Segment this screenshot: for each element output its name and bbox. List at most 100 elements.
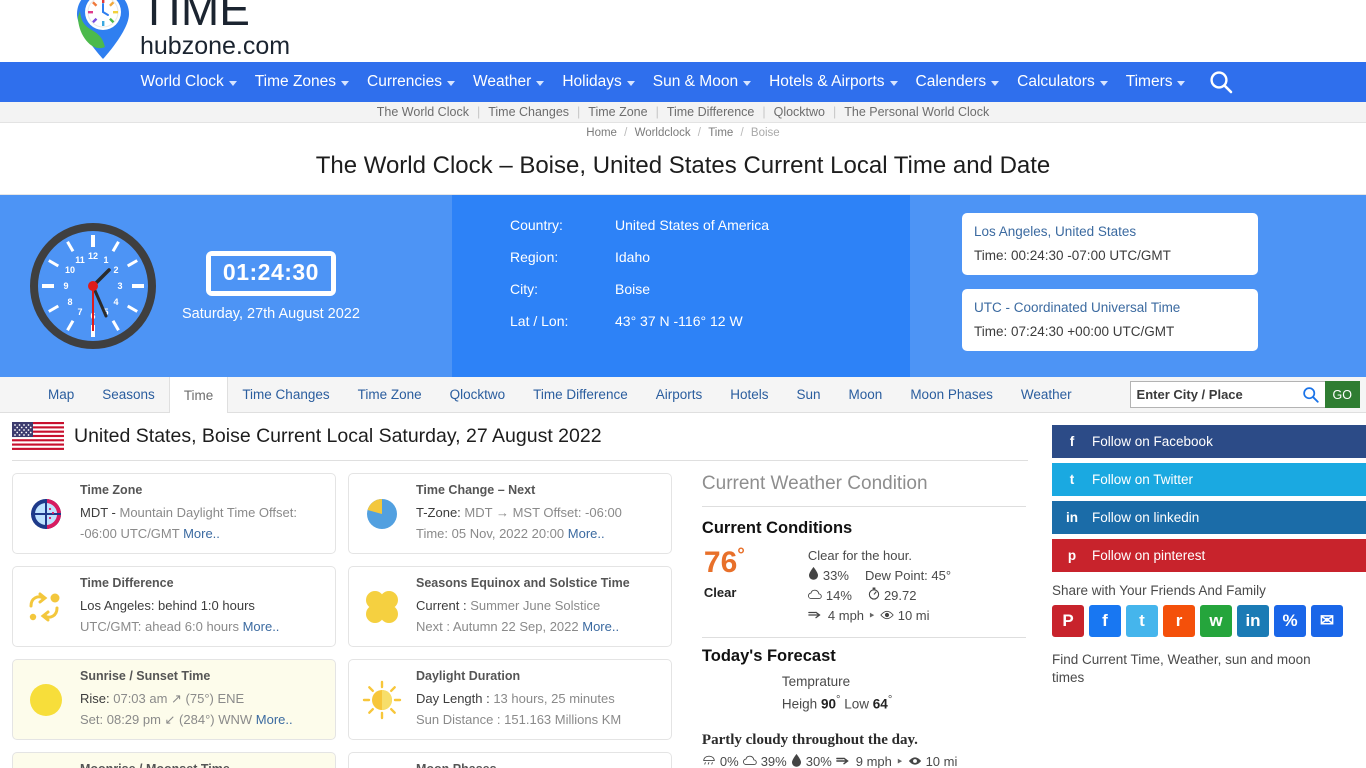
more-link[interactable]: More..	[256, 712, 293, 727]
pie-chart-icon	[359, 483, 405, 544]
tab-time-zone[interactable]: Time Zone	[344, 377, 436, 412]
info-card-line-1-prefix: Rise:	[80, 691, 114, 707]
search-input[interactable]	[1129, 381, 1326, 408]
info-card[interactable]: Seasons Equinox and Solstice Time Current…	[348, 566, 672, 648]
subnav-item-time-difference[interactable]: Time Difference	[659, 105, 763, 119]
tab-airports[interactable]: Airports	[642, 377, 717, 412]
forecast-description: Partly cloudy throughout the day.	[701, 731, 918, 748]
linkedin-share-icon[interactable]: in	[1237, 605, 1269, 637]
info-card[interactable]: Time Zone MDT - Mountain Daylight Time Of…	[12, 473, 336, 555]
social-button-pinterest[interactable]: p Follow on pinterest	[1052, 539, 1366, 572]
tab-weather[interactable]: Weather	[1007, 377, 1086, 412]
nav-item-calculators[interactable]: Calculators	[1008, 73, 1117, 91]
info-card-line-2-value: Set: 08:29 pm ↙ (284°) WNW	[80, 712, 256, 728]
social-button-facebook[interactable]: f Follow on Facebook	[1052, 425, 1366, 458]
info-card[interactable]: Moon Phases	[348, 752, 672, 768]
link-share-icon[interactable]: %	[1274, 605, 1306, 637]
tab-time[interactable]: Time	[168, 377, 229, 413]
search-icon[interactable]	[1208, 69, 1234, 95]
timezone-card-time: Time: 00:24:30 -07:00 UTC/GMT	[974, 248, 1171, 263]
info-card-body: Seasons Equinox and Solstice Time Current…	[416, 576, 661, 637]
detail-row: Region: Idaho	[510, 249, 910, 265]
info-card[interactable]: Sunrise / Sunset Time Rise: 07:03 am ↗ (7…	[12, 659, 336, 741]
current-temperature: 76°	[703, 545, 745, 579]
timezone-card-name: UTC - Coordinated Universal Time	[974, 300, 1181, 315]
nav-item-sun-moon[interactable]: Sun & Moon	[644, 73, 760, 91]
detail-row: City: Boise	[510, 281, 910, 297]
weather-panel: Current Weather Condition Current Condit…	[684, 461, 1038, 768]
info-card[interactable]: Time Difference Los Angeles: behind 1:0 h…	[12, 566, 336, 648]
svg-text:2: 2	[113, 265, 118, 275]
breadcrumb-item-time[interactable]: Time	[706, 127, 735, 139]
timezone-card[interactable]: Los Angeles, United States Time: 00:24:30…	[962, 213, 1258, 275]
fc-humidity-icon	[791, 753, 802, 768]
reddit-share-icon[interactable]: r	[1163, 605, 1195, 637]
nav-item-holidays[interactable]: Holidays	[553, 73, 643, 91]
detail-key: Lat / Lon:	[510, 313, 569, 329]
hero-time-block: 01:24:30 Saturday, 27th August 2022	[182, 250, 360, 322]
tab-moon[interactable]: Moon	[835, 377, 897, 412]
more-link[interactable]: More..	[582, 619, 619, 634]
local-time-heading: United States, Boise Current Local Satur…	[74, 424, 602, 447]
more-link[interactable]: More..	[183, 526, 220, 541]
info-card-title: Time Difference	[80, 576, 174, 591]
current-time-box: 01:24:30	[205, 250, 336, 296]
subnav-item-the-world-clock[interactable]: The World Clock	[369, 105, 477, 119]
tab-sun[interactable]: Sun	[783, 377, 835, 412]
nav-item-label: Hotels & Airports	[769, 73, 885, 90]
info-card[interactable]: Time Change – Next T-Zone: MDT → MST Offs…	[348, 473, 672, 555]
info-card-line-1-prefix: Day Length :	[416, 691, 494, 707]
nav-item-weather[interactable]: Weather	[464, 73, 553, 91]
nav-item-currencies[interactable]: Currencies	[358, 73, 464, 91]
info-card[interactable]: Daylight Duration Day Length : 13 hours, …	[348, 659, 672, 741]
subnav-item-time-zone[interactable]: Time Zone	[580, 105, 655, 119]
current-date: Saturday, 27th August 2022	[182, 305, 360, 322]
dew-point-value: Dew Point: 45°	[864, 567, 952, 583]
svg-text:3: 3	[117, 281, 122, 291]
tab-map[interactable]: Map	[34, 377, 88, 412]
info-card[interactable]: Moonrise / Moonset Time	[12, 752, 336, 768]
more-link[interactable]: More..	[568, 526, 605, 541]
nav-item-timers[interactable]: Timers	[1117, 73, 1195, 91]
tab-time-changes[interactable]: Time Changes	[228, 377, 343, 412]
social-button-twitter[interactable]: t Follow on Twitter	[1052, 463, 1366, 496]
detail-key: Country:	[510, 217, 563, 233]
pinterest-share-icon[interactable]: P	[1052, 605, 1084, 637]
page-content: United States, Boise Current Local Satur…	[0, 413, 1366, 768]
search-icon[interactable]	[1302, 386, 1319, 403]
weather-summary: Clear for the hour.	[807, 548, 912, 563]
email-share-icon[interactable]: ✉	[1311, 605, 1343, 637]
info-card-title: Time Zone	[80, 483, 143, 497]
tab-qlocktwo[interactable]: Qlocktwo	[436, 377, 520, 412]
social-button-label: Follow on Twitter	[1092, 472, 1194, 487]
site-logo[interactable]: TIME hubzone.com	[72, 0, 290, 59]
card-row: Moonrise / Moonset Time Moon Phases	[12, 752, 684, 768]
go-button[interactable]: GO	[1324, 381, 1360, 408]
nav-item-label: Currencies	[367, 73, 442, 90]
weather-heading: Current Weather Condition	[701, 473, 1026, 507]
tab-hotels[interactable]: Hotels	[716, 377, 782, 412]
tab-time-difference[interactable]: Time Difference	[519, 377, 642, 412]
info-card-line-1-prefix: MDT -	[80, 505, 120, 520]
subnav-item-qlocktwo[interactable]: Qlocktwo	[766, 105, 833, 119]
tab-moon-phases[interactable]: Moon Phases	[896, 377, 1007, 412]
nav-item-time-zones[interactable]: Time Zones	[246, 73, 358, 91]
subnav-item-time-changes[interactable]: Time Changes	[480, 105, 577, 119]
facebook-share-icon[interactable]: f	[1089, 605, 1121, 637]
subnav-item-the-personal-world-clock[interactable]: The Personal World Clock	[836, 105, 997, 119]
info-card-line-1: Rise: 07:03 am ↗ (75°) ENE	[80, 688, 325, 709]
tab-seasons[interactable]: Seasons	[88, 377, 169, 412]
nav-item-world-clock[interactable]: World Clock	[132, 73, 246, 91]
twitter-share-icon[interactable]: t	[1126, 605, 1158, 637]
local-time-header: United States, Boise Current Local Satur…	[12, 413, 1028, 461]
whatsapp-share-icon[interactable]: w	[1200, 605, 1232, 637]
timezone-card[interactable]: UTC - Coordinated Universal Time Time: 07…	[962, 289, 1258, 351]
nav-item-label: Time Zones	[254, 73, 337, 90]
social-button-linkedin[interactable]: in Follow on linkedin	[1052, 501, 1366, 534]
breadcrumb-item-worldclock[interactable]: Worldclock	[633, 127, 693, 139]
more-link[interactable]: More..	[243, 619, 280, 634]
breadcrumb-item-home[interactable]: Home	[584, 127, 619, 139]
nav-item-calenders[interactable]: Calenders	[907, 73, 1009, 91]
nav-item-hotels-airports[interactable]: Hotels & Airports	[760, 73, 906, 91]
card-row: Sunrise / Sunset Time Rise: 07:03 am ↗ (7…	[12, 659, 684, 741]
